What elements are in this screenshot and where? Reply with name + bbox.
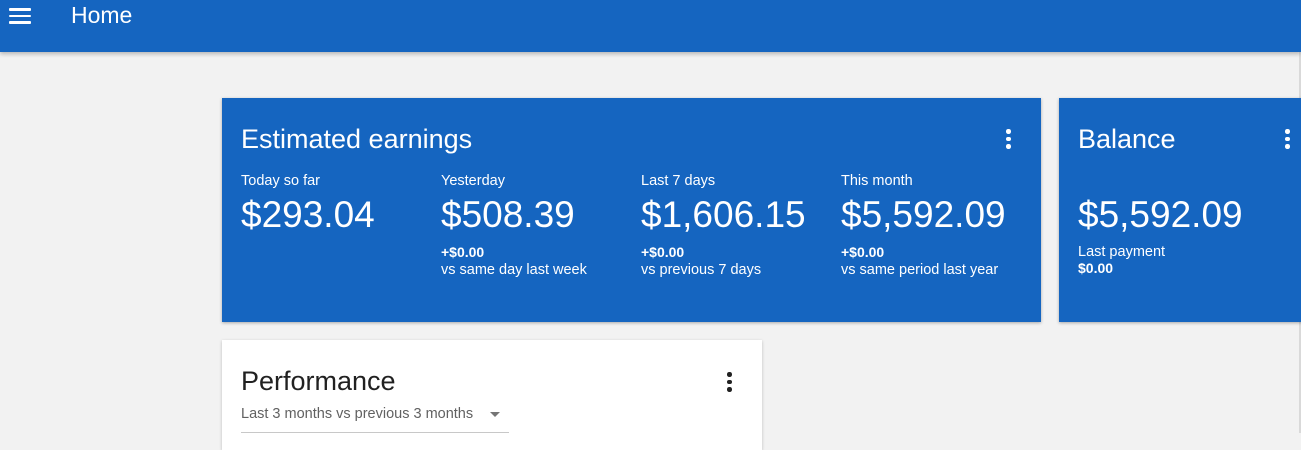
metric-value: $293.04 — [241, 194, 375, 235]
metric-compare: vs same day last week — [441, 262, 587, 278]
earnings-card-title: Estimated earnings — [241, 124, 473, 154]
dropdown-arrow-icon — [490, 412, 500, 417]
performance-more-vert-icon[interactable] — [722, 371, 736, 393]
metric-value: $5,592.09 — [841, 194, 1006, 235]
metric-yesterday: Yesterday $508.39 +$0.00 vs same day las… — [441, 172, 631, 279]
last-payment-value: $0.00 — [1078, 260, 1114, 276]
metric-label: Today so far — [241, 173, 320, 189]
app-bar: Home — [0, 0, 1301, 52]
hamburger-menu-icon[interactable] — [9, 6, 33, 26]
balance-card-title: Balance — [1078, 124, 1176, 154]
performance-card: Performance Last 3 months vs previous 3 … — [222, 340, 762, 450]
metric-label: Last 7 days — [641, 173, 716, 189]
performance-range-value: Last 3 months vs previous 3 months — [241, 406, 474, 422]
metric-compare: vs same period last year — [841, 262, 999, 278]
last-payment-label: Last payment — [1078, 244, 1166, 260]
page-title: Home — [71, 2, 133, 28]
metric-delta: +$0.00 — [441, 244, 485, 260]
metric-value: $508.39 — [441, 194, 575, 235]
metric-last-7-days: Last 7 days $1,606.15 +$0.00 vs previous… — [641, 172, 831, 279]
estimated-earnings-card: Estimated earnings Today so far $293.04 … — [222, 98, 1041, 322]
metric-today-so-far: Today so far $293.04 — [241, 172, 431, 237]
balance-card: Balance $5,592.09 Last payment $0.00 — [1059, 98, 1301, 322]
metric-delta: +$0.00 — [841, 244, 885, 260]
metric-label: This month — [841, 173, 913, 189]
balance-more-vert-icon[interactable] — [1280, 128, 1294, 150]
metric-value: $1,606.15 — [641, 194, 806, 235]
performance-range-select[interactable]: Last 3 months vs previous 3 months — [241, 405, 509, 433]
balance-value: $5,592.09 — [1078, 194, 1243, 235]
earnings-more-vert-icon[interactable] — [1001, 128, 1015, 150]
metric-compare: vs previous 7 days — [641, 262, 762, 278]
metric-label: Yesterday — [441, 173, 505, 189]
performance-card-title: Performance — [241, 366, 396, 396]
metric-delta: +$0.00 — [641, 244, 685, 260]
metric-this-month: This month $5,592.09 +$0.00 vs same peri… — [841, 172, 1031, 279]
